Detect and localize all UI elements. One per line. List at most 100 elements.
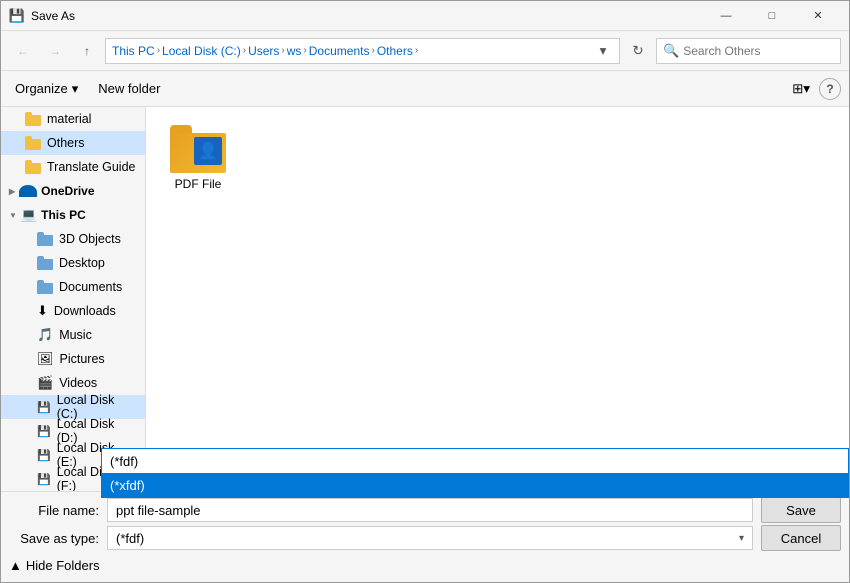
sidebar-item-others[interactable]: Others (1, 131, 145, 155)
hide-folders-button[interactable]: ▲ Hide Folders (9, 558, 100, 573)
sidebar-label-music: Music (59, 328, 92, 342)
filename-input[interactable] (107, 498, 753, 522)
sidebar-item-localdisk-d[interactable]: 💾 Local Disk (D:) (1, 419, 145, 443)
folder-icon-desktop (37, 256, 53, 270)
sidebar-label-pictures: Pictures (60, 352, 105, 366)
sidebar-label-videos: Videos (59, 376, 97, 390)
filetype-row: Save as type: (*fdf) ▾ Cancel (9, 524, 841, 552)
view-button[interactable]: ⊞▾ (787, 76, 815, 102)
save-as-dialog: 💾 Save As — □ ✕ ← → ↑ This PC › Local Di… (0, 0, 850, 583)
breadcrumb: This PC › Local Disk (C:) › Users › ws ›… (112, 44, 589, 58)
address-bar[interactable]: This PC › Local Disk (C:) › Users › ws ›… (105, 38, 620, 64)
bottom-bar: File name: Save Save as type: (*fdf) ▾ C… (1, 491, 849, 582)
filetype-dropdown-arrow: ▾ (739, 533, 744, 544)
breadcrumb-dropdown[interactable]: ▾ (593, 38, 613, 64)
drive-icon-c: 💾 (37, 401, 51, 414)
breadcrumb-ws[interactable]: ws (287, 44, 302, 58)
sidebar-item-translate[interactable]: Translate Guide (1, 155, 145, 179)
sidebar-scroll: material Others Translate Guide ▶ OneDri… (1, 107, 145, 491)
sidebar-item-desktop[interactable]: Desktop (1, 251, 145, 275)
chevron-down-icon: ▼ (9, 211, 17, 220)
minimize-button[interactable]: — (703, 1, 749, 31)
sidebar-item-material[interactable]: material (1, 107, 145, 131)
sidebar-item-music[interactable]: 🎵 Music (1, 323, 145, 347)
drive-icon-d: 💾 (37, 425, 51, 438)
dropdown-option-fdf[interactable]: (*fdf) (102, 449, 848, 473)
pc-icon: 💻 (21, 207, 37, 223)
sidebar-section-thispc[interactable]: ▼ 💻 This PC (1, 203, 145, 227)
breadcrumb-users[interactable]: Users (248, 44, 279, 58)
sidebar-item-3dobjects[interactable]: 3D Objects (1, 227, 145, 251)
music-icon: 🎵 (37, 327, 53, 343)
downloads-icon: ⬇ (37, 303, 48, 319)
back-button[interactable]: ← (9, 37, 37, 65)
chevron-up-icon: ▲ (9, 558, 22, 573)
bottom-section: (*fdf) (*xfdf) File name: Save Save as t… (1, 491, 849, 582)
breadcrumb-others[interactable]: Others (377, 44, 413, 58)
file-item-pdf[interactable]: 👤 PDF File (158, 119, 238, 197)
videos-icon: 🎬 (37, 375, 53, 391)
pdf-folder-overlay: 👤 (194, 137, 222, 165)
dialog-icon: 💾 (9, 8, 25, 24)
search-input[interactable] (683, 44, 838, 58)
dropdown-option-fdf-label: (*fdf) (110, 454, 138, 469)
maximize-button[interactable]: □ (749, 1, 795, 31)
address-toolbar: ← → ↑ This PC › Local Disk (C:) › Users … (1, 31, 849, 71)
breadcrumb-documents[interactable]: Documents (309, 44, 370, 58)
sidebar: material Others Translate Guide ▶ OneDri… (1, 107, 146, 491)
new-folder-button[interactable]: New folder (92, 76, 166, 102)
sidebar-label-documents: Documents (59, 280, 122, 294)
chevron-right-icon: ▶ (9, 187, 15, 196)
sidebar-item-downloads[interactable]: ⬇ Downloads (1, 299, 145, 323)
file-label-pdf: PDF File (175, 177, 222, 191)
cancel-button[interactable]: Cancel (761, 525, 841, 551)
title-bar: 💾 Save As — □ ✕ (1, 1, 849, 31)
hide-folders-row: ▲ Hide Folders (9, 552, 841, 578)
up-button[interactable]: ↑ (73, 37, 101, 65)
filetype-label: Save as type: (9, 531, 99, 546)
folder-icon-others (25, 136, 41, 150)
pictures-icon: 🖼 (37, 351, 54, 367)
filename-row: File name: Save (9, 496, 841, 524)
dropdown-option-xfdf[interactable]: (*xfdf) (102, 473, 848, 497)
drive-icon-e: 💾 (37, 449, 51, 462)
sidebar-section-onedrive[interactable]: ▶ OneDrive (1, 179, 145, 203)
sidebar-label-downloads: Downloads (54, 304, 116, 318)
filename-label: File name: (9, 503, 99, 518)
breadcrumb-thispc[interactable]: This PC (112, 44, 155, 58)
organize-button[interactable]: Organize ▾ (9, 76, 84, 102)
organize-label: Organize (15, 81, 68, 96)
filetype-dropdown[interactable]: (*fdf) ▾ (107, 526, 753, 550)
hide-folders-label: Hide Folders (26, 558, 100, 573)
new-folder-label: New folder (98, 81, 160, 96)
sidebar-item-documents[interactable]: Documents (1, 275, 145, 299)
sidebar-label-others: Others (47, 136, 85, 150)
filetype-dropdown-popup[interactable]: (*fdf) (*xfdf) (101, 448, 849, 498)
window-controls: — □ ✕ (703, 1, 841, 31)
dropdown-option-xfdf-label: (*xfdf) (110, 478, 145, 493)
sidebar-label-material: material (47, 112, 91, 126)
save-button[interactable]: Save (761, 497, 841, 523)
search-icon: 🔍 (663, 43, 679, 59)
breadcrumb-localdisk[interactable]: Local Disk (C:) (162, 44, 241, 58)
filetype-value: (*fdf) (116, 531, 144, 546)
forward-button[interactable]: → (41, 37, 69, 65)
pdf-folder-icon: 👤 (170, 125, 226, 173)
sidebar-item-videos[interactable]: 🎬 Videos (1, 371, 145, 395)
sidebar-label-onedrive: OneDrive (41, 184, 94, 198)
toolbar2-right: ⊞▾ ? (787, 76, 841, 102)
main-content: material Others Translate Guide ▶ OneDri… (1, 107, 849, 491)
sidebar-item-localdisk-c[interactable]: 💾 Local Disk (C:) (1, 395, 145, 419)
sidebar-label-desktop: Desktop (59, 256, 105, 270)
folder-icon-documents (37, 280, 53, 294)
close-button[interactable]: ✕ (795, 1, 841, 31)
dialog-title: Save As (31, 9, 703, 23)
search-box[interactable]: 🔍 (656, 38, 841, 64)
folder-icon-3dobjects (37, 232, 53, 246)
sidebar-item-pictures[interactable]: 🖼 Pictures (1, 347, 145, 371)
refresh-button[interactable]: ↻ (624, 37, 652, 65)
folder-icon-translate (25, 160, 41, 174)
sidebar-label-translate: Translate Guide (47, 160, 135, 174)
help-button[interactable]: ? (819, 78, 841, 100)
sidebar-label-thispc: This PC (41, 208, 86, 222)
